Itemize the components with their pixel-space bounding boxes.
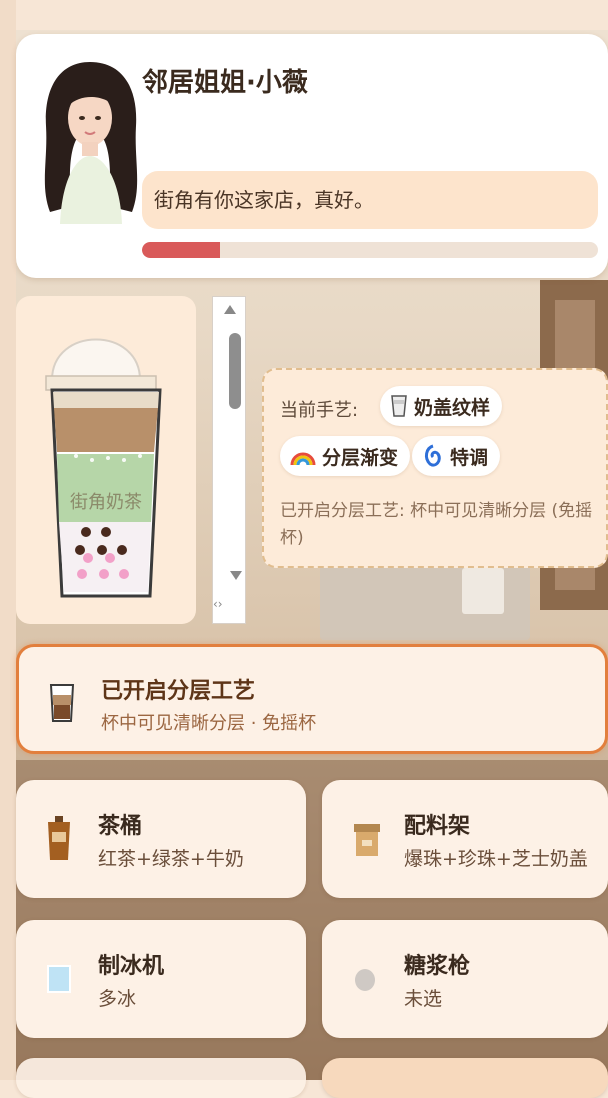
layered-cup-icon <box>49 683 75 727</box>
drink-preview-panel: 街角奶茶 <box>16 296 196 624</box>
rainbow-icon <box>290 445 316 467</box>
preview-scrollbar[interactable]: ‹› <box>212 296 246 624</box>
ice-cube-icon <box>46 956 72 1002</box>
craft-description: 已开启分层工艺: 杯中可见清晰分层 (免摇杯) <box>280 501 593 548</box>
craft-chip-special[interactable]: 特调 <box>412 436 501 476</box>
favor-bar <box>142 242 598 258</box>
station-card-partial[interactable] <box>16 1058 306 1098</box>
station-card-partial[interactable] <box>322 1058 608 1098</box>
station-syrup-gun[interactable]: 糖浆枪 未选 <box>322 920 608 1038</box>
syrup-dot-icon <box>352 956 378 1002</box>
station-ice-machine[interactable]: 制冰机 多冰 <box>16 920 306 1038</box>
cup-icon <box>390 394 408 418</box>
resize-grip-icon[interactable]: ‹› <box>213 597 223 611</box>
topping-box-icon <box>352 816 380 862</box>
layer-status-subtitle: 杯中可见清晰分层 · 免摇杯 <box>101 713 317 734</box>
dialogue-bubble: 街角有你这家店，真好。 <box>142 171 598 229</box>
cup-label: 街角奶茶 <box>70 492 142 513</box>
station-tea-bucket[interactable]: 茶桶 红茶+绿茶+牛奶 <box>16 780 306 898</box>
station-topping-rack[interactable]: 配料架 爆珠+珍珠+芝士奶盖 <box>322 780 608 898</box>
swirl-icon <box>422 444 444 468</box>
craft-title: 当前手艺: <box>280 400 359 421</box>
character-avatar[interactable] <box>38 56 142 224</box>
scroll-thumb[interactable] <box>229 333 241 409</box>
craft-chip-foam-pattern[interactable]: 奶盖纹样 <box>380 386 503 426</box>
craft-panel: 当前手艺: 奶盖纹样 分层渐变 特调 已开启分层工艺: 杯中可见清晰分层 (免摇… <box>262 368 608 568</box>
craft-chip-layer-gradient[interactable]: 分层渐变 <box>280 436 411 476</box>
tea-bucket-icon <box>46 816 72 862</box>
layer-status-card[interactable]: 已开启分层工艺 杯中可见清晰分层 · 免摇杯 <box>16 644 608 754</box>
favor-bar-fill <box>142 242 220 258</box>
scroll-down-arrow-icon[interactable] <box>230 571 242 580</box>
character-name: 邻居姐姐·小薇 <box>142 68 308 98</box>
character-card: 邻居姐姐·小薇 街角有你这家店，真好。 <box>16 34 608 278</box>
layer-status-title: 已开启分层工艺 <box>101 679 256 704</box>
scroll-up-arrow-icon[interactable] <box>224 305 236 314</box>
